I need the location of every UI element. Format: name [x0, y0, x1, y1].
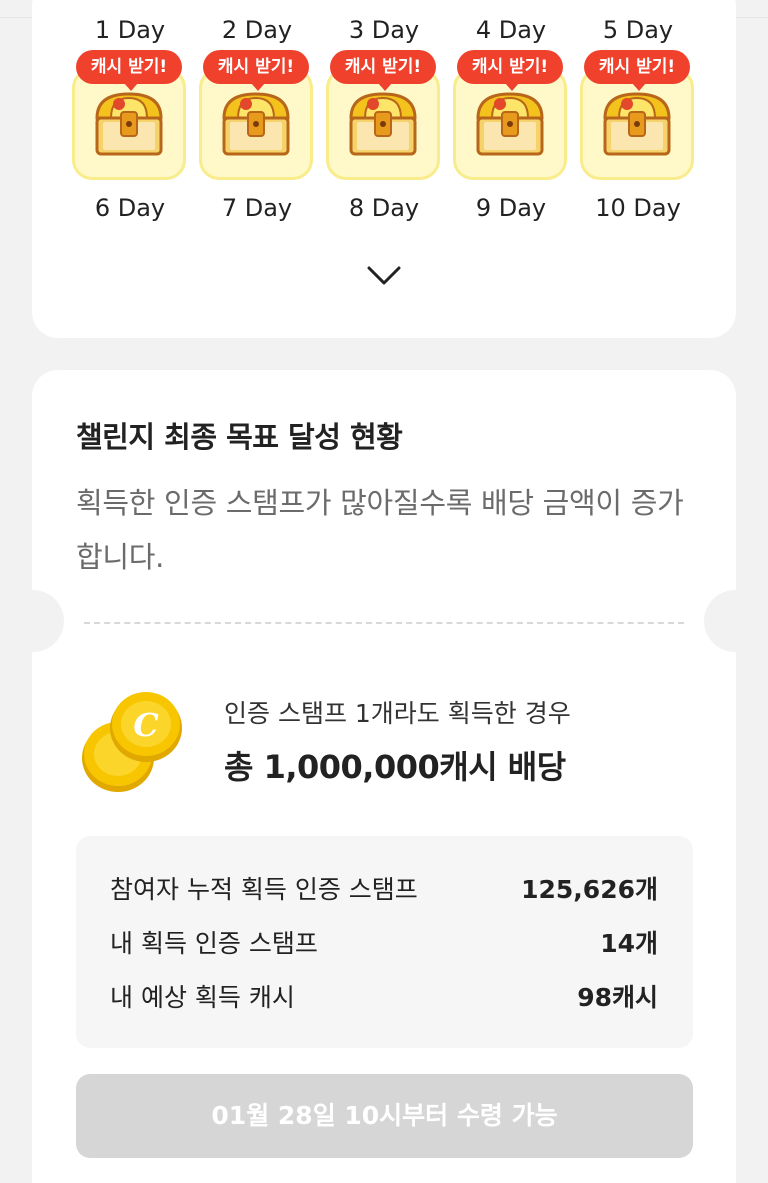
stat-value: 125,626개	[521, 875, 658, 904]
day-label: 6 Day	[94, 194, 166, 222]
divider	[84, 622, 684, 624]
treasure-chest-icon	[476, 92, 544, 156]
claim-cash-badge: 캐시 받기!	[203, 50, 309, 91]
day-label: 1 Day	[94, 16, 166, 44]
challenge-page: 1 Day 2 Day 3 Day 4 Day 5 Day 캐시 받기! 캐시 …	[0, 0, 768, 1183]
claim-cash-badge: 캐시 받기!	[457, 50, 563, 91]
stat-label: 내 획득 인증 스탬프	[110, 929, 318, 958]
daily-reward-card: 1 Day 2 Day 3 Day 4 Day 5 Day 캐시 받기! 캐시 …	[32, 0, 736, 338]
stat-label: 내 예상 획득 캐시	[110, 983, 295, 1012]
claim-cash-badge: 캐시 받기!	[330, 50, 436, 91]
day-label: 10 Day	[595, 194, 681, 222]
treasure-chest-icon	[95, 92, 163, 156]
ticket-notch	[704, 590, 766, 652]
svg-text:C: C	[133, 706, 159, 744]
coin-icon: C	[82, 692, 182, 792]
claim-cash-badge: 캐시 받기!	[584, 50, 690, 91]
day-label: 9 Day	[475, 194, 547, 222]
chest-reward-day10[interactable]: 캐시 받기!	[580, 50, 694, 180]
day-label: 8 Day	[348, 194, 420, 222]
treasure-chest-icon	[222, 92, 290, 156]
chest-reward-day8[interactable]: 캐시 받기!	[326, 50, 440, 180]
section-description: 획득한 인증 스탬프가 많아질수록 배당 금액이 증가합니다.	[76, 486, 684, 574]
claim-cash-button[interactable]: 01월 28일 10시부터 수령 가능	[76, 1074, 693, 1158]
day-label: 2 Day	[221, 16, 293, 44]
chevron-down-icon[interactable]	[366, 265, 402, 287]
stat-value: 14개	[600, 929, 658, 958]
reward-total: 총 1,000,000캐시 배당	[224, 748, 566, 786]
stat-label: 참여자 누적 획득 인증 스탬프	[110, 875, 418, 904]
chest-reward-day6[interactable]: 캐시 받기!	[72, 50, 186, 180]
day-label: 3 Day	[348, 16, 420, 44]
chest-reward-day9[interactable]: 캐시 받기!	[453, 50, 567, 180]
treasure-chest-icon	[349, 92, 417, 156]
day-label: 7 Day	[221, 194, 293, 222]
reward-condition: 인증 스탬프 1개라도 획득한 경우	[224, 699, 571, 728]
day-label: 4 Day	[475, 16, 547, 44]
treasure-chest-icon	[603, 92, 671, 156]
ticket-notch	[2, 590, 64, 652]
day-label: 5 Day	[602, 16, 674, 44]
claim-cash-badge: 캐시 받기!	[76, 50, 182, 91]
stat-value: 98캐시	[577, 983, 658, 1012]
chest-reward-day7[interactable]: 캐시 받기!	[199, 50, 313, 180]
section-title: 챌린지 최종 목표 달성 현황	[76, 420, 403, 454]
